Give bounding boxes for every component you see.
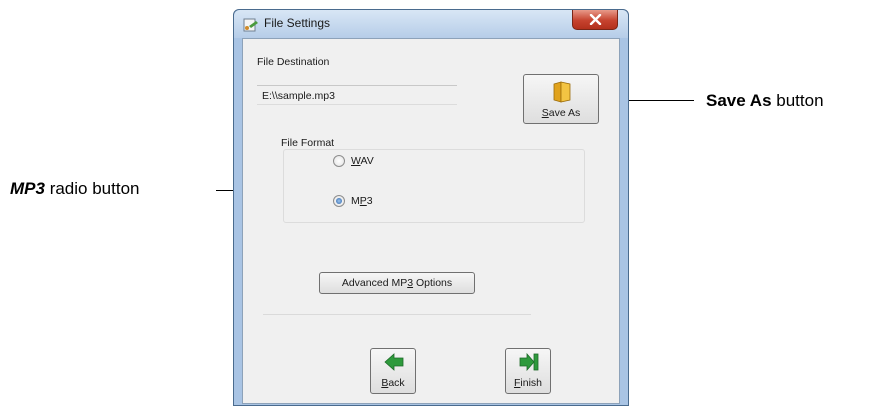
folder-icon bbox=[552, 81, 572, 106]
radio-mp3-label: MP3 bbox=[351, 195, 373, 207]
close-button[interactable] bbox=[572, 10, 618, 30]
finish-label: Finish bbox=[513, 377, 543, 389]
file-destination-value: E:\\sample.mp3 bbox=[262, 90, 335, 102]
advanced-mp3-options-button[interactable]: Advanced MP3 Options bbox=[319, 272, 475, 294]
app-icon bbox=[243, 17, 259, 33]
radio-mp3[interactable]: MP3 bbox=[333, 195, 373, 207]
callout-mp3-text: radio button bbox=[44, 179, 140, 198]
radio-wav-label: WAV bbox=[351, 155, 374, 167]
dialog-client-area: File Destination E:\\sample.mp3 Save As … bbox=[242, 38, 620, 404]
file-format-label: File Format bbox=[281, 137, 335, 149]
callout-save-as: Save As button bbox=[706, 91, 824, 111]
radio-wav-indicator[interactable] bbox=[333, 155, 345, 167]
title-bar[interactable]: File Settings bbox=[234, 10, 628, 38]
back-arrow-icon bbox=[384, 353, 404, 374]
finish-button[interactable]: Finish bbox=[505, 348, 551, 394]
advanced-mp3-options-label: Advanced MP3 Options bbox=[341, 277, 453, 289]
callout-mp3-radio: MP3 radio button bbox=[10, 179, 139, 199]
back-label: Back bbox=[381, 377, 405, 389]
radio-wav[interactable]: WAV bbox=[333, 155, 374, 167]
radio-mp3-indicator[interactable] bbox=[333, 195, 345, 207]
file-settings-dialog: File Settings File Destination E:\\sampl… bbox=[233, 9, 629, 406]
callout-mp3-bold: MP3 bbox=[10, 179, 45, 198]
callout-save-as-text: button bbox=[771, 91, 824, 110]
window-title: File Settings bbox=[264, 16, 331, 30]
save-as-label: Save As bbox=[541, 107, 581, 119]
back-button[interactable]: Back bbox=[370, 348, 416, 394]
close-icon bbox=[589, 14, 602, 25]
divider bbox=[263, 314, 531, 315]
save-as-button[interactable]: Save As bbox=[523, 74, 599, 124]
file-destination-label: File Destination bbox=[257, 56, 330, 68]
finish-icon bbox=[519, 352, 539, 374]
callout-save-as-bold: Save As bbox=[706, 91, 772, 110]
file-format-group bbox=[283, 149, 585, 223]
file-destination-field[interactable]: E:\\sample.mp3 bbox=[257, 85, 457, 105]
